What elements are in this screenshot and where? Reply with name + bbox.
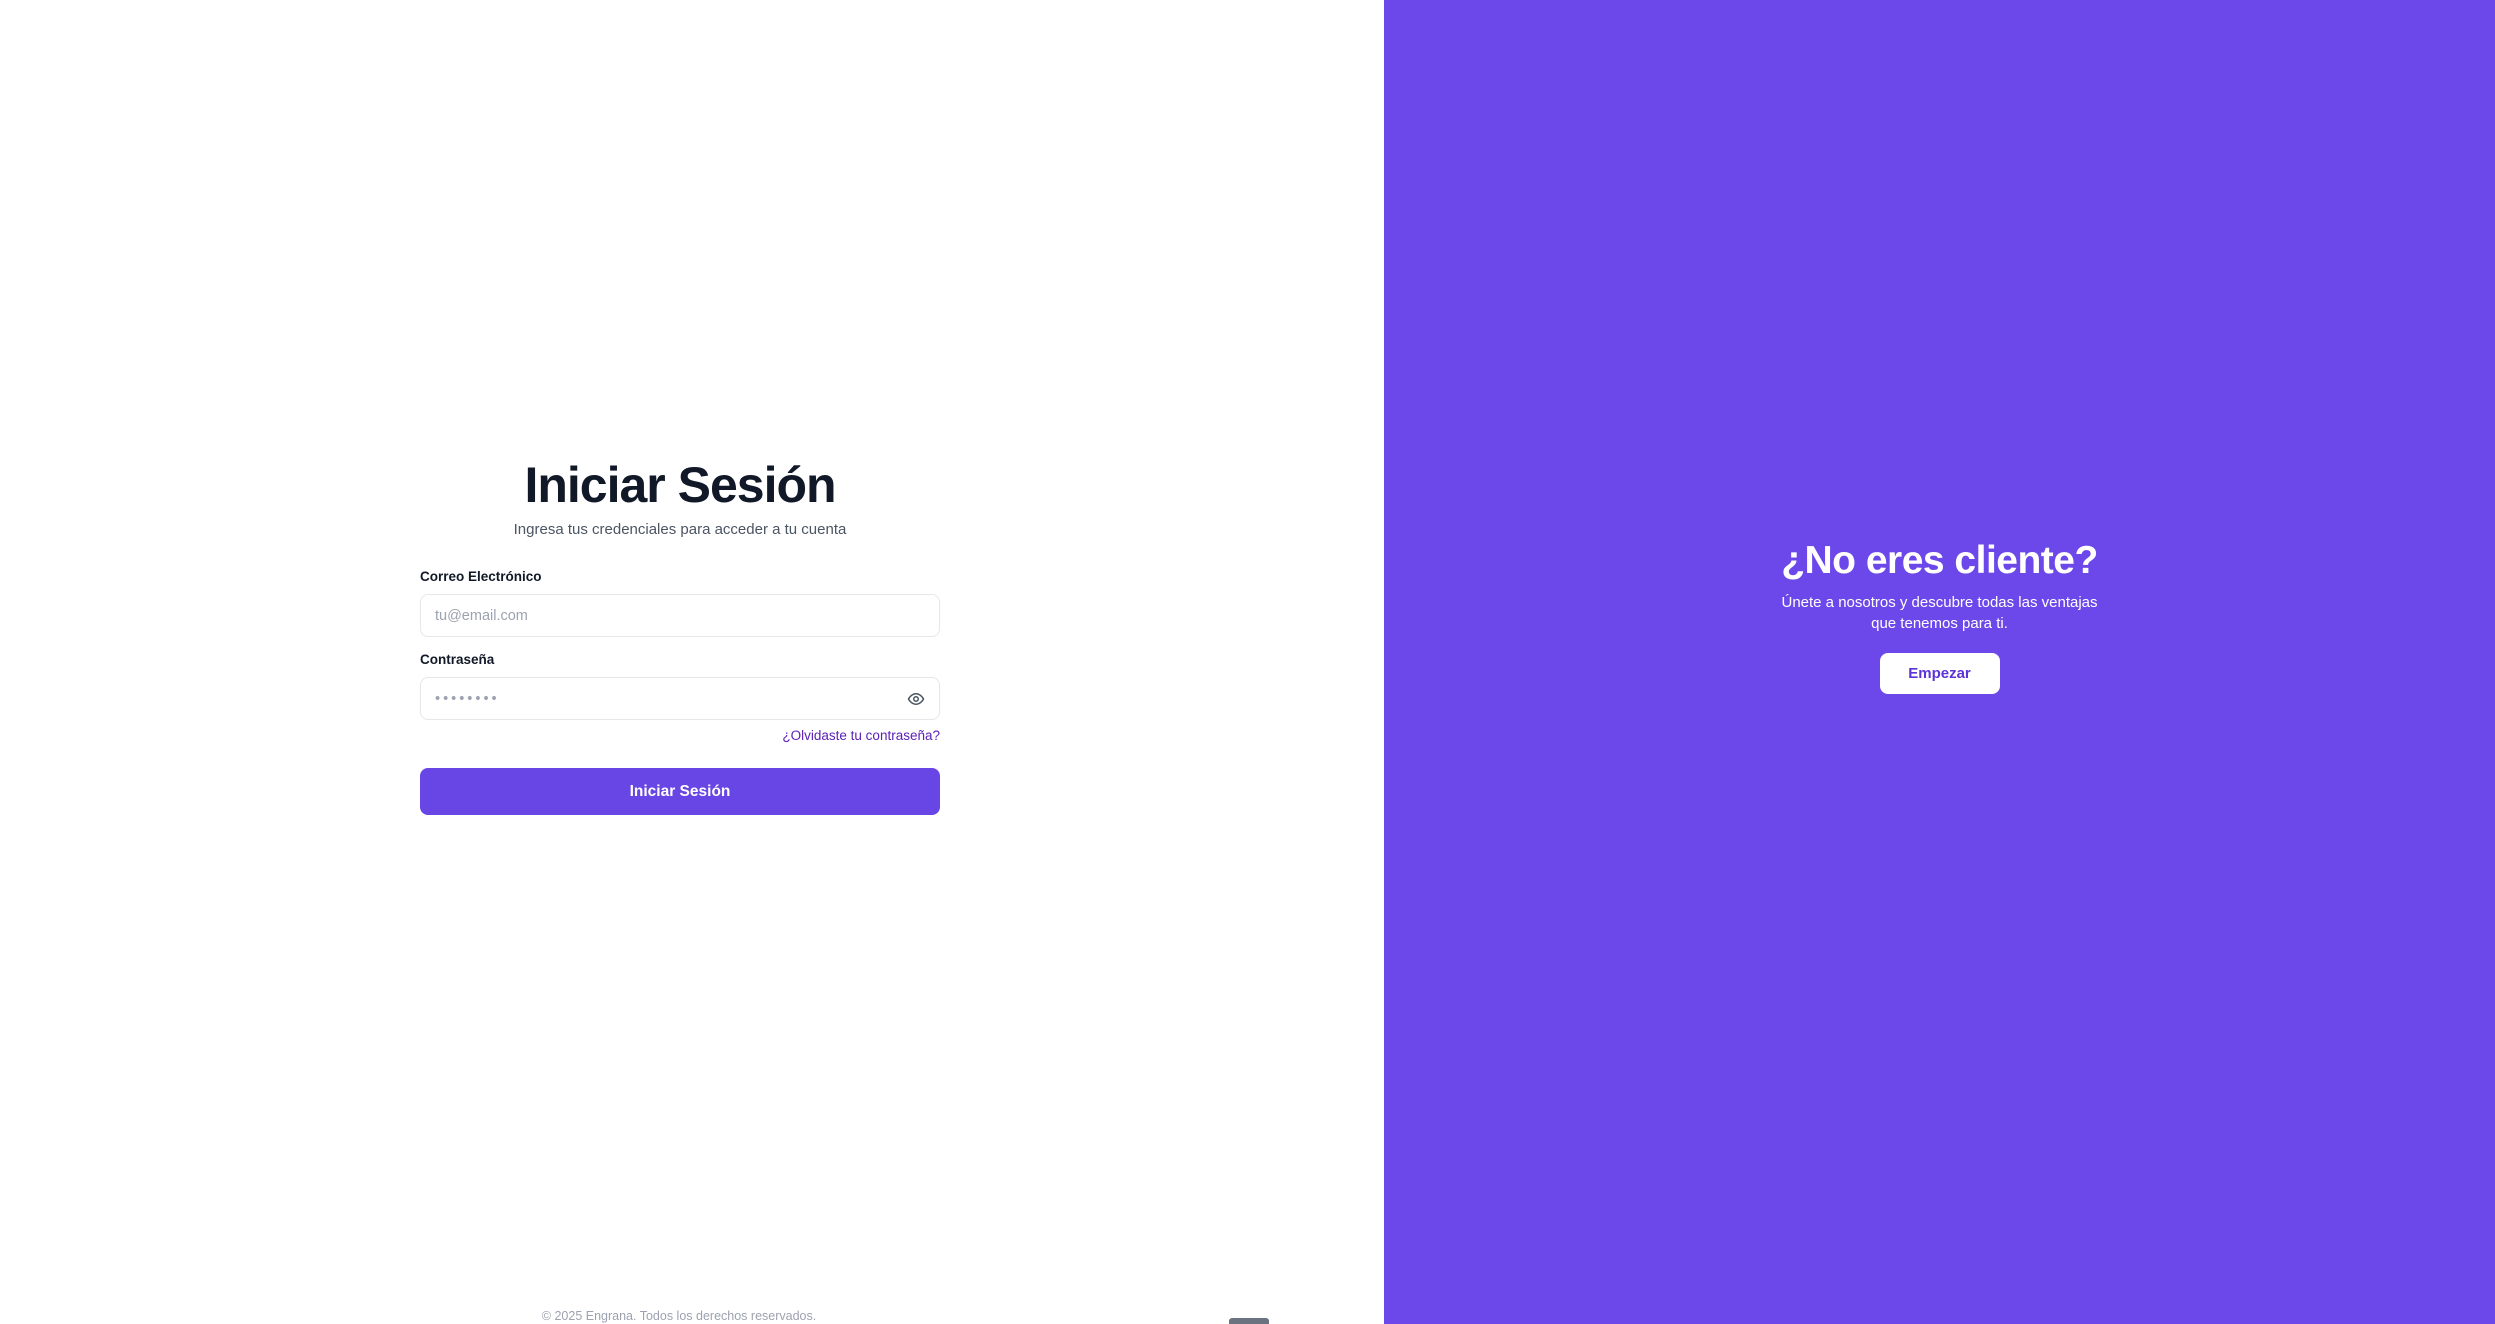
login-panel: Iniciar Sesión Ingresa tus credenciales … (0, 0, 1384, 1324)
login-form: Iniciar Sesión Ingresa tus credenciales … (420, 456, 940, 815)
page-subtitle: Ingresa tus credenciales para acceder a … (513, 521, 847, 538)
signup-promo-panel: ¿No eres cliente? Únete a nosotros y des… (1384, 0, 2495, 1324)
password-field[interactable] (421, 678, 939, 719)
get-started-button[interactable]: Empezar (1879, 653, 2000, 694)
promo-content: ¿No eres cliente? Únete a nosotros y des… (1384, 536, 2495, 694)
promo-text-line-1: Únete a nosotros y descubre todas las ve… (1781, 594, 2098, 611)
password-label: Contraseña (420, 652, 495, 667)
password-field-wrapper (420, 677, 940, 720)
login-page: Iniciar Sesión Ingresa tus credenciales … (0, 0, 2495, 1324)
promo-text-line-2: que tenemos para ti. (1871, 615, 2008, 632)
email-field[interactable] (421, 595, 939, 636)
footer-copyright: © 2025 Engrana. Todos los derechos reser… (541, 1309, 817, 1323)
email-label: Correo Electrónico (420, 569, 542, 584)
promo-title: ¿No eres cliente? (1781, 539, 2098, 582)
forgot-password-link[interactable]: ¿Olvidaste tu contraseña? (782, 728, 940, 743)
eye-icon[interactable] (907, 690, 925, 708)
email-field-wrapper (420, 594, 940, 637)
page-title: Iniciar Sesión (524, 457, 836, 513)
forgot-password-row: ¿Olvidaste tu contraseña? (420, 727, 940, 745)
login-submit-button[interactable]: Iniciar Sesión (420, 768, 940, 815)
promo-text: Únete a nosotros y descubre todas las ve… (1770, 592, 2110, 634)
scroll-handle[interactable] (1229, 1318, 1269, 1324)
